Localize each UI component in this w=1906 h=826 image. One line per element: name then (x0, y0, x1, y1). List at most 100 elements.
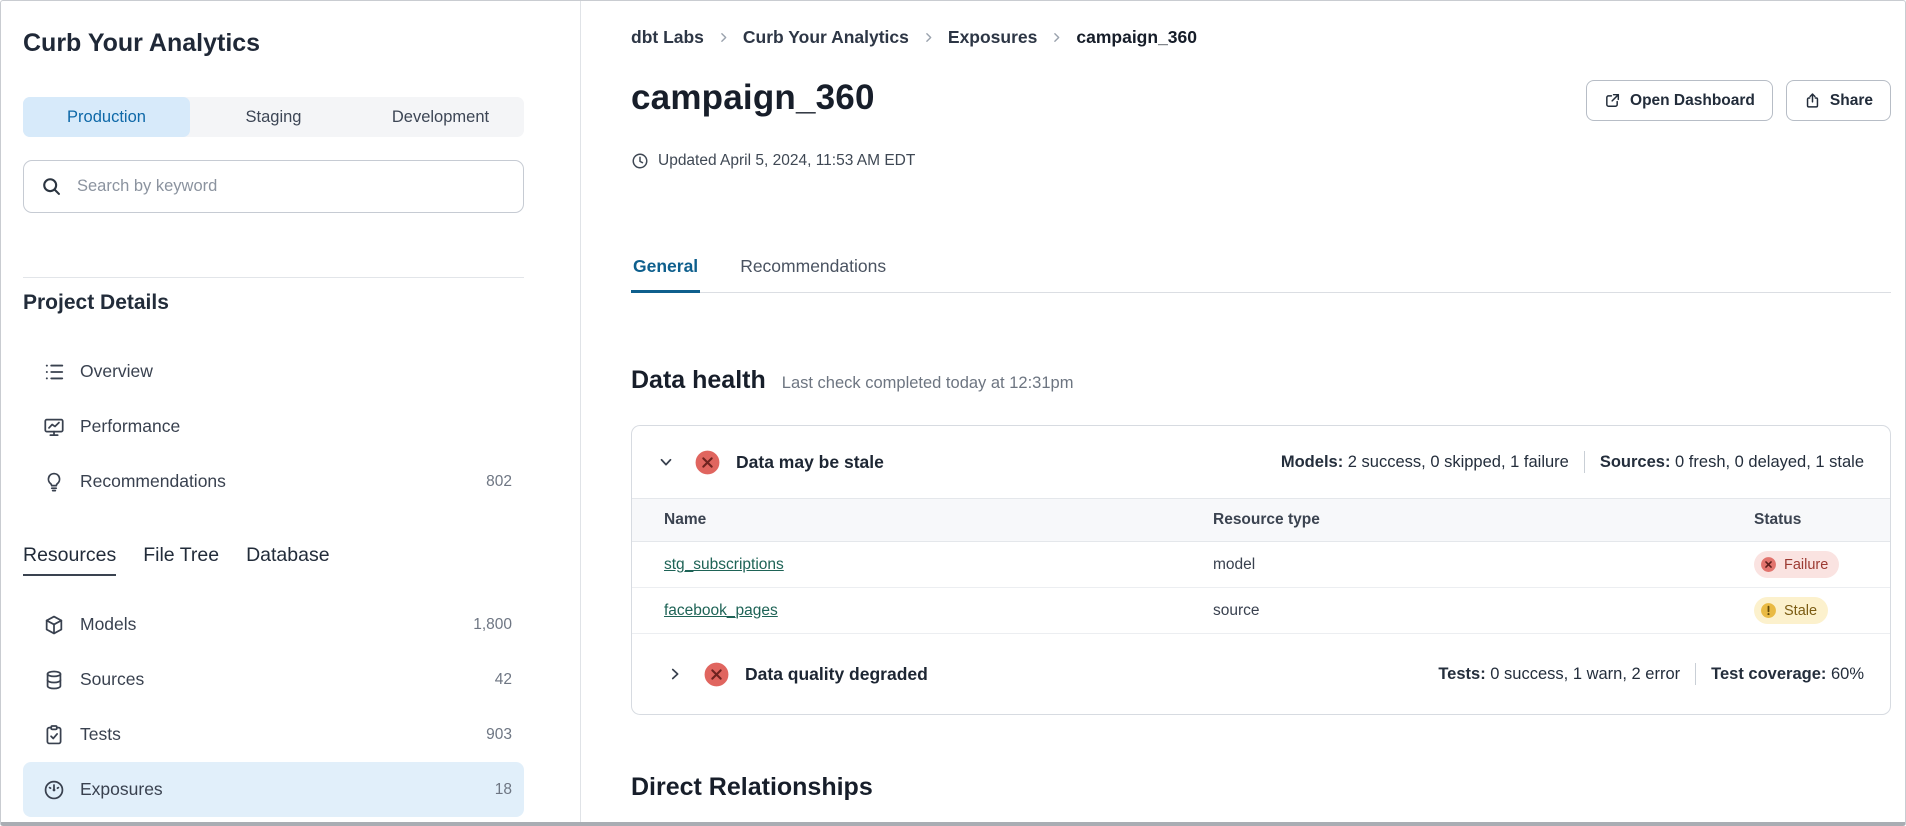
quality-group-stats: Tests: 0 success, 1 warn, 2 error Test c… (1438, 663, 1864, 685)
breadcrumb-item-project[interactable]: Curb Your Analytics (743, 27, 909, 48)
sidebar-item-label: Models (80, 614, 136, 635)
column-header-name: Name (664, 511, 1213, 529)
sidebar-item-label: Recommendations (80, 471, 226, 492)
stale-group-title: Data may be stale (736, 452, 884, 473)
project-details-heading: Project Details (23, 291, 524, 315)
breadcrumb-item-current: campaign_360 (1076, 27, 1197, 48)
open-dashboard-button[interactable]: Open Dashboard (1586, 80, 1773, 121)
data-health-header: Data health Last check completed today a… (631, 366, 1891, 395)
sidebar-item-sources[interactable]: Sources 42 (23, 652, 524, 707)
status-badge-failure: Failure (1754, 551, 1839, 578)
tests-stat: Tests: 0 success, 1 warn, 2 error (1438, 665, 1680, 684)
chevron-right-icon (922, 31, 935, 44)
table-row: stg_subscriptions model Failure (632, 542, 1890, 588)
title-row: campaign_360 Open Dashboard Share (631, 78, 1891, 121)
stale-group-row: Data may be stale Models: 2 success, 0 s… (632, 426, 1890, 498)
sidebar-item-label: Exposures (80, 779, 163, 800)
sidebar-item-count: 42 (495, 671, 512, 689)
share-button[interactable]: Share (1786, 80, 1891, 121)
environment-switcher: Production Staging Development (23, 97, 524, 137)
search-input[interactable] (75, 176, 506, 197)
data-health-card: Data may be stale Models: 2 success, 0 s… (631, 425, 1891, 715)
stats-divider (1695, 663, 1696, 685)
sidebar-item-recommendations[interactable]: Recommendations 802 (23, 454, 524, 509)
clipboard-check-icon (43, 724, 65, 746)
page-tabs: General Recommendations (631, 256, 1891, 293)
sidebar-item-label: Overview (80, 361, 153, 382)
action-buttons: Open Dashboard Share (1586, 78, 1891, 121)
list-icon (43, 361, 65, 383)
updated-text: Updated April 5, 2024, 11:53 AM EDT (658, 152, 915, 170)
chevron-down-icon (657, 453, 675, 471)
chevron-right-icon (717, 31, 730, 44)
open-dashboard-label: Open Dashboard (1630, 92, 1755, 110)
stale-group-stats: Models: 2 success, 0 skipped, 1 failure … (1281, 451, 1864, 473)
sidebar-item-performance[interactable]: Performance (23, 399, 524, 454)
sources-stat: Sources: 0 fresh, 0 delayed, 1 stale (1600, 453, 1864, 472)
resource-link-facebook-pages[interactable]: facebook_pages (664, 602, 778, 619)
sidebar-divider (23, 277, 524, 278)
quality-group-title: Data quality degraded (745, 664, 928, 685)
column-header-status: Status (1754, 511, 1850, 529)
quality-group-row: Data quality degraded Tests: 0 success, … (632, 634, 1890, 714)
app-window: Curb Your Analytics Production Staging D… (0, 0, 1906, 826)
sidebar-item-overview[interactable]: Overview (23, 344, 524, 399)
lightbulb-icon (43, 471, 65, 493)
collapse-toggle-button[interactable] (657, 453, 675, 471)
share-icon (1804, 92, 1821, 109)
column-header-resource-type: Resource type (1213, 511, 1754, 529)
share-label: Share (1830, 92, 1873, 110)
tab-database[interactable]: Database (246, 544, 329, 576)
stats-divider (1584, 451, 1585, 473)
env-tab-production[interactable]: Production (23, 97, 190, 137)
sidebar-item-label: Tests (80, 724, 121, 745)
sidebar: Curb Your Analytics Production Staging D… (1, 1, 581, 822)
x-circle-icon (703, 661, 730, 688)
env-tab-staging[interactable]: Staging (190, 97, 357, 137)
monitor-chart-icon (43, 416, 65, 438)
test-coverage-stat: Test coverage: 60% (1711, 665, 1864, 684)
data-health-subtitle: Last check completed today at 12:31pm (782, 374, 1074, 393)
clock-icon (631, 152, 649, 170)
page-title: campaign_360 (631, 78, 875, 118)
tab-resources[interactable]: Resources (23, 544, 116, 576)
exclamation-circle-small-icon (1760, 602, 1777, 619)
x-circle-icon (694, 449, 721, 476)
tab-file-tree[interactable]: File Tree (143, 544, 219, 576)
resource-type-cell: source (1213, 602, 1754, 620)
table-row: facebook_pages source Stale (632, 588, 1890, 634)
sidebar-item-count: 903 (486, 726, 512, 744)
sidebar-item-label: Sources (80, 669, 144, 690)
env-tab-development[interactable]: Development (357, 97, 524, 137)
chevron-right-icon (666, 665, 684, 683)
data-health-heading: Data health (631, 366, 766, 395)
database-icon (43, 669, 65, 691)
resource-view-tabs: Resources File Tree Database (23, 544, 524, 576)
sidebar-item-tests[interactable]: Tests 903 (23, 707, 524, 762)
breadcrumb-item-exposures[interactable]: Exposures (948, 27, 1037, 48)
sidebar-item-exposures[interactable]: Exposures 18 (23, 762, 524, 817)
cube-icon (43, 614, 65, 636)
search-box[interactable] (23, 160, 524, 213)
search-icon (41, 176, 62, 197)
health-table-header: Name Resource type Status (632, 498, 1890, 542)
resource-link-stg-subscriptions[interactable]: stg_subscriptions (664, 556, 784, 573)
chevron-right-icon (1050, 31, 1063, 44)
sidebar-item-count: 1,800 (473, 616, 512, 634)
main-content: dbt Labs Curb Your Analytics Exposures c… (581, 1, 1905, 822)
tab-recommendations[interactable]: Recommendations (738, 256, 888, 293)
breadcrumb: dbt Labs Curb Your Analytics Exposures c… (631, 27, 1891, 48)
resources-nav: Models 1,800 Sources 42 Tests (23, 597, 524, 817)
sidebar-item-label: Performance (80, 416, 180, 437)
models-stat: Models: 2 success, 0 skipped, 1 failure (1281, 453, 1569, 472)
expand-toggle-button[interactable] (666, 665, 684, 683)
direct-relationships-heading: Direct Relationships (631, 773, 1891, 802)
x-circle-small-icon (1760, 556, 1777, 573)
updated-row: Updated April 5, 2024, 11:53 AM EDT (631, 152, 1891, 170)
tab-general[interactable]: General (631, 256, 700, 293)
gauge-icon (43, 779, 65, 801)
project-details-nav: Overview Performance Recommendations 80 (23, 344, 524, 509)
sidebar-item-models[interactable]: Models 1,800 (23, 597, 524, 652)
sidebar-item-count: 18 (495, 781, 512, 799)
breadcrumb-item-dbt-labs[interactable]: dbt Labs (631, 27, 704, 48)
